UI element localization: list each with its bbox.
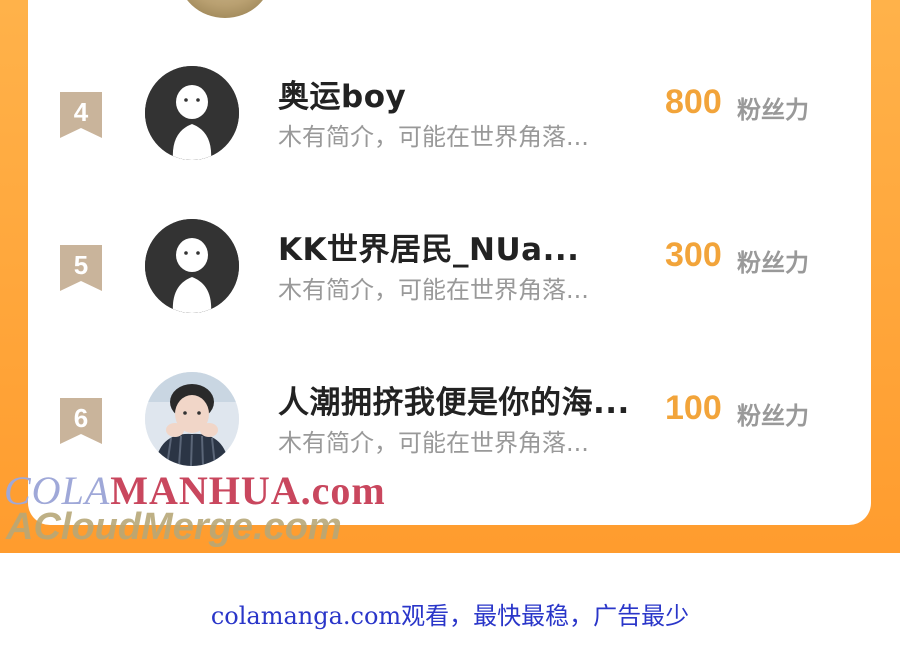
avatar-partial-top	[178, 0, 272, 18]
user-bio: 木有简介，可能在世界角落...	[278, 123, 589, 151]
rank-badge: 6	[60, 398, 102, 444]
list-item[interactable]: 5 KK世界居民_NUa... 木有简介，可能在世界角落... 300 粉丝力	[28, 219, 871, 345]
avatar[interactable]	[145, 219, 239, 313]
avatar[interactable]	[145, 66, 239, 160]
score-unit: 粉丝力	[737, 96, 809, 124]
leaderboard-card: 4 奥运boy 木有简介，可能在世界角落... 800 粉丝力 5 KK世界居民…	[28, 0, 871, 525]
user-bio: 木有简介，可能在世界角落...	[278, 429, 589, 457]
score-value: 300	[665, 236, 722, 274]
acloudmerge-watermark: ACloudMerge.com	[6, 506, 342, 548]
score-unit: 粉丝力	[737, 249, 809, 277]
list-item[interactable]: 4 奥运boy 木有简介，可能在世界角落... 800 粉丝力	[28, 66, 871, 192]
rank-badge: 5	[60, 245, 102, 291]
default-avatar-icon	[145, 219, 239, 313]
user-bio: 木有简介，可能在世界角落...	[278, 276, 589, 304]
rank-badge: 4	[60, 92, 102, 138]
avatar[interactable]	[145, 372, 239, 466]
score-value: 100	[665, 389, 722, 427]
score-unit: 粉丝力	[737, 402, 809, 430]
user-name[interactable]: 奥运boy	[278, 71, 406, 116]
photo-avatar-icon	[145, 372, 239, 466]
score-value: 800	[665, 83, 722, 121]
user-name[interactable]: 人潮拥挤我便是你的海...	[278, 377, 630, 422]
footer-link[interactable]: colamanga.com观看，最快最稳，广告最少	[0, 596, 900, 631]
default-avatar-icon	[145, 66, 239, 160]
user-name[interactable]: KK世界居民_NUa...	[278, 224, 579, 269]
